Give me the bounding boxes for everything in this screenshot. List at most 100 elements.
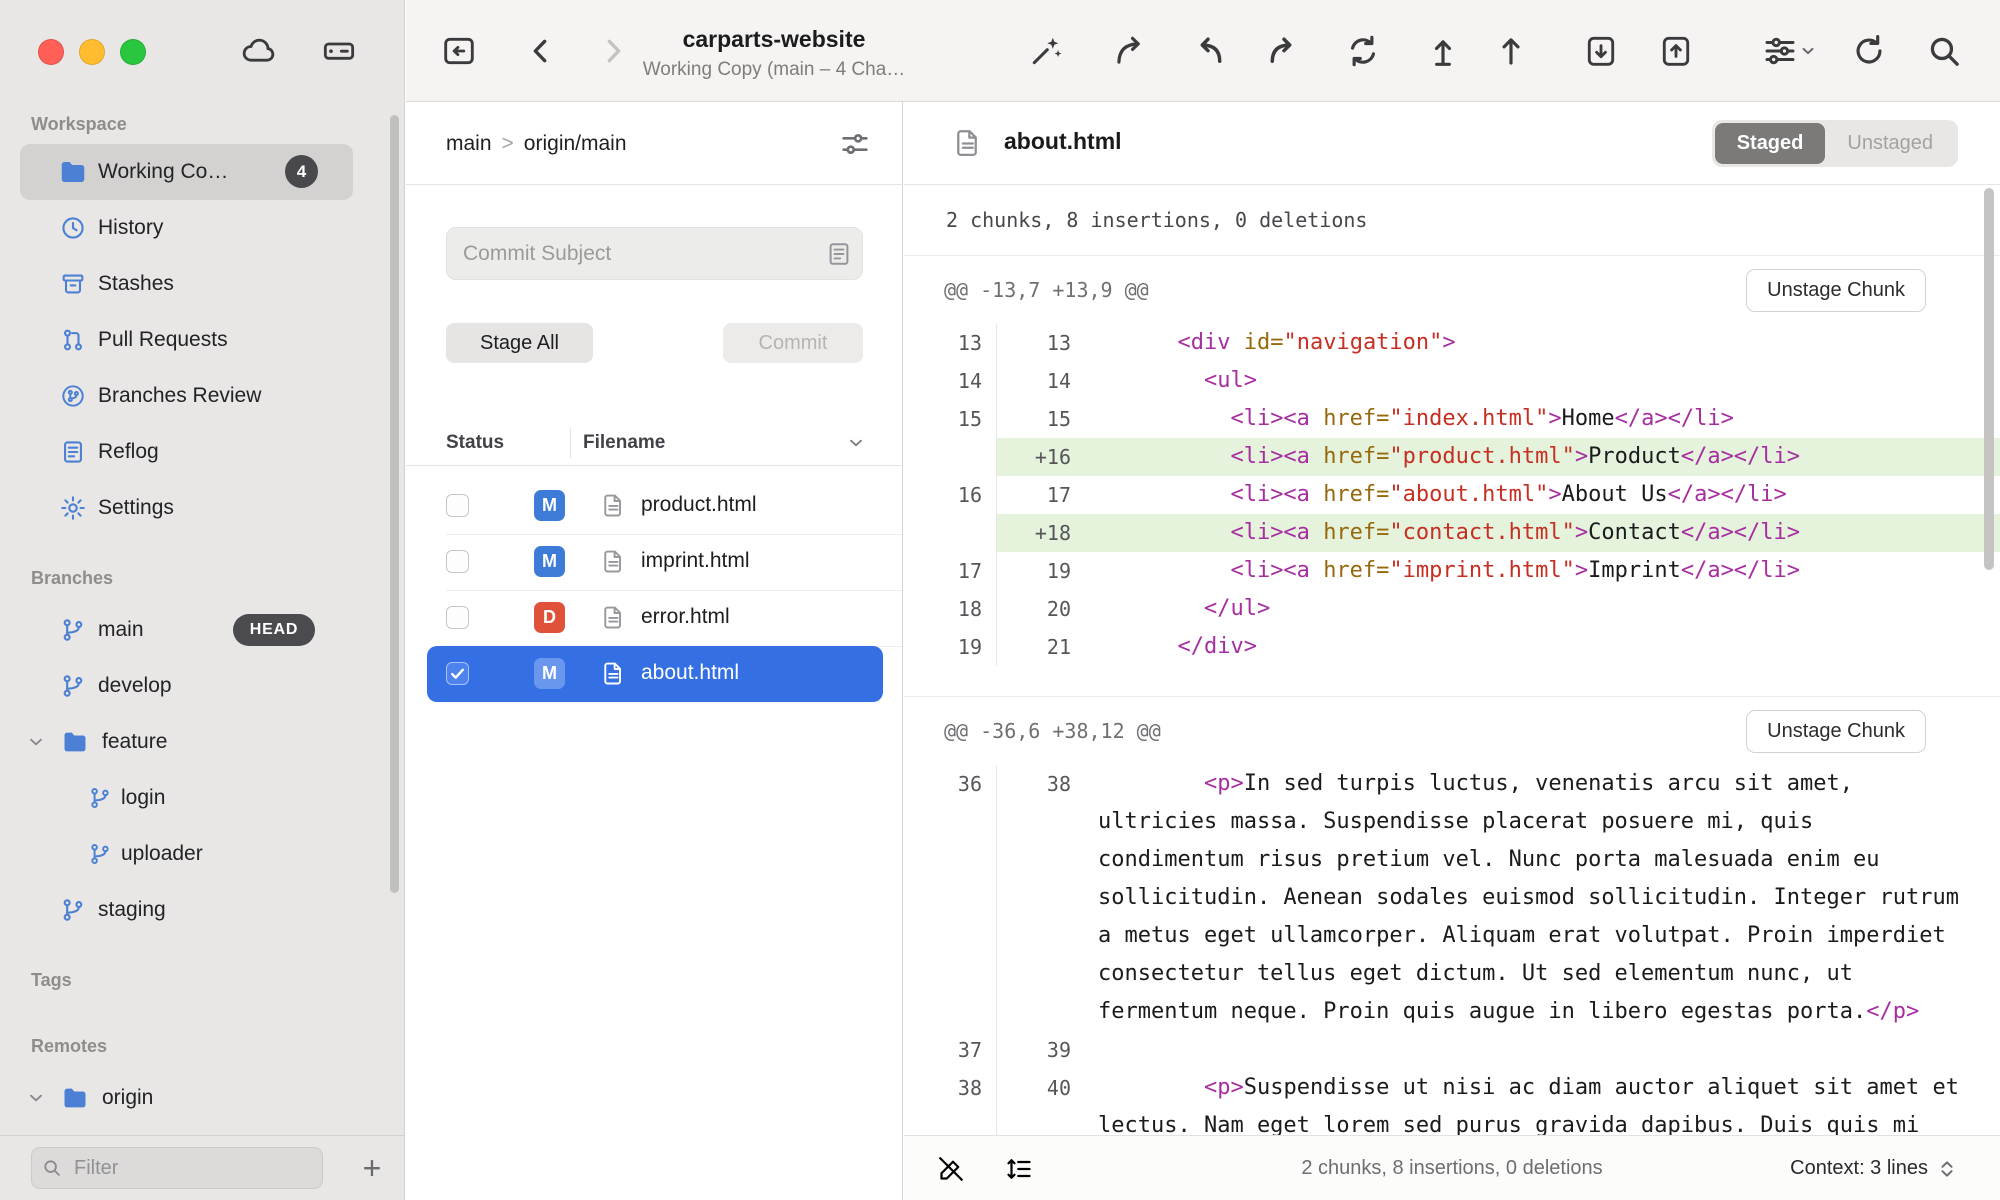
filter-options-button[interactable]: [834, 123, 876, 165]
file-name: product.html: [641, 493, 757, 517]
back-button[interactable]: [521, 31, 561, 71]
context-lines-label: Context: 3 lines: [1790, 1157, 1928, 1180]
diff-summary: 2 chunks, 8 insertions, 0 deletions: [904, 185, 2000, 255]
stage-all-button[interactable]: Stage All: [446, 323, 593, 363]
stash-button[interactable]: [1581, 31, 1621, 71]
chevron-down-icon: [1799, 42, 1817, 60]
section-header-workspace: Workspace: [31, 104, 127, 144]
add-button[interactable]: +: [352, 1145, 392, 1191]
filename-column-header[interactable]: Filename: [583, 420, 665, 466]
commit-button[interactable]: Commit: [723, 323, 863, 363]
status-badge: M: [534, 546, 565, 577]
sidebar-branch-folder-feature[interactable]: feature: [0, 714, 405, 770]
view-options-button[interactable]: [1757, 31, 1821, 71]
diff-line: 1921 </div>: [904, 628, 2000, 666]
chevron-down-icon[interactable]: [26, 732, 46, 752]
sidebar-item-branches-review[interactable]: Branches Review: [0, 368, 405, 424]
traffic-light-zoom[interactable]: [120, 39, 146, 65]
circle-branch-icon: [55, 382, 91, 410]
tab-staged[interactable]: Staged: [1715, 123, 1826, 164]
diff-file-title: about.html: [1004, 128, 1122, 155]
diff-chunk: @@ -36,6 +38,12 @@Unstage Chunk3638 <p>I…: [904, 696, 2000, 1175]
open-repository-button[interactable]: [439, 31, 479, 71]
chunk-range: @@ -13,7 +13,9 @@: [944, 278, 1149, 302]
traffic-light-close[interactable]: [38, 39, 64, 65]
unstage-chunk-button[interactable]: Unstage Chunk: [1746, 710, 1926, 753]
branch-label: uploader: [121, 842, 203, 866]
diff-line: 1820 </ul>: [904, 590, 2000, 628]
diff-chunks: @@ -13,7 +13,9 @@Unstage Chunk1313 <div …: [904, 255, 2000, 1175]
sidebar-branch-staging[interactable]: staging: [0, 882, 405, 938]
branch-icon: [55, 672, 91, 700]
sidebar-item-working-copy[interactable]: Working Co… 4: [0, 144, 405, 200]
document-icon: [55, 438, 91, 466]
search-button[interactable]: [1924, 31, 1964, 71]
push-button[interactable]: [1423, 31, 1463, 71]
branch-label: feature: [102, 730, 167, 754]
sidebar-item-stashes[interactable]: Stashes: [0, 256, 405, 312]
arrow-up-icon: [1492, 32, 1530, 70]
file-checkbox[interactable]: [446, 494, 469, 517]
drive-icon: [319, 31, 359, 71]
status-badge: M: [534, 658, 565, 689]
redo-button[interactable]: [1264, 31, 1304, 71]
branch-label: main: [98, 618, 144, 642]
folder-icon: [57, 728, 93, 756]
branch-icon: [82, 841, 118, 867]
pull-request-icon: [55, 326, 91, 354]
file-row-selected[interactable]: M about.html: [406, 646, 903, 702]
chevron-down-icon[interactable]: [26, 1088, 46, 1108]
diff-line: 1515 <li><a href="index.html">Home</a></…: [904, 400, 2000, 438]
tab-unstaged[interactable]: Unstaged: [1825, 123, 1955, 164]
refresh-button[interactable]: [1849, 31, 1889, 71]
sidebar-item-history[interactable]: History: [0, 200, 405, 256]
unstage-chunk-button[interactable]: Unstage Chunk: [1746, 269, 1926, 312]
sidebar-remote-origin[interactable]: origin: [0, 1070, 405, 1126]
breadcrumb-local-branch[interactable]: main: [446, 132, 492, 156]
file-row[interactable]: M imprint.html: [406, 534, 903, 590]
sidebar-scrollbar[interactable]: [390, 115, 399, 893]
branch-label: login: [121, 786, 165, 810]
file-name: about.html: [641, 661, 739, 685]
undo-button[interactable]: [1188, 31, 1228, 71]
drive-button[interactable]: [319, 31, 359, 71]
traffic-light-minimize[interactable]: [79, 39, 105, 65]
sidebar-branch-uploader[interactable]: uploader: [0, 826, 405, 882]
remote-label: origin: [102, 1086, 153, 1110]
branch-label: staging: [98, 898, 166, 922]
sidebar-item-pull-requests[interactable]: Pull Requests: [0, 312, 405, 368]
file-checkbox[interactable]: [446, 550, 469, 573]
arrow-up-button[interactable]: [1491, 31, 1531, 71]
cloud-button[interactable]: [239, 31, 279, 71]
branch-breadcrumb-row: main > origin/main: [406, 102, 902, 185]
quick-actions-button[interactable]: [1026, 31, 1066, 71]
clock-icon: [55, 214, 91, 242]
circular-arrows-icon: [1344, 32, 1382, 70]
file-icon: [600, 660, 627, 687]
sidebar-branch-develop[interactable]: develop: [0, 658, 405, 714]
diff-line: 3840 <p>Suspendisse ut nisi ac diam auct…: [904, 1069, 2000, 1145]
diff-scrollbar[interactable]: [1984, 188, 1994, 570]
filter-input[interactable]: [31, 1147, 323, 1189]
apply-stash-button[interactable]: [1656, 31, 1696, 71]
file-checkbox[interactable]: [446, 606, 469, 629]
checkout-button[interactable]: [1110, 31, 1150, 71]
sidebar-item-reflog[interactable]: Reflog: [0, 424, 405, 480]
commit-subject-input[interactable]: [446, 227, 863, 280]
file-checkbox-checked[interactable]: [446, 662, 469, 685]
sync-button[interactable]: [1343, 31, 1383, 71]
sidebar-branch-main[interactable]: main HEAD: [0, 602, 405, 658]
sidebar-branch-login[interactable]: login: [0, 770, 405, 826]
breadcrumb-upstream-branch[interactable]: origin/main: [524, 132, 627, 156]
chevron-up-down-icon[interactable]: [1936, 1158, 1958, 1180]
context-lines-control[interactable]: Context: 3 lines: [1790, 1136, 1958, 1200]
document-text-icon[interactable]: [825, 240, 853, 268]
file-row[interactable]: D error.html: [406, 590, 903, 646]
section-header-tags: Tags: [31, 958, 72, 1002]
file-row[interactable]: M product.html: [406, 478, 903, 534]
diff-line: +16 <li><a href="product.html">Product</…: [904, 438, 2000, 476]
section-header-branches: Branches: [31, 556, 113, 600]
sidebar-item-settings[interactable]: Settings: [0, 480, 405, 536]
status-column-header[interactable]: Status: [446, 420, 504, 466]
chevron-down-icon[interactable]: [846, 433, 866, 453]
